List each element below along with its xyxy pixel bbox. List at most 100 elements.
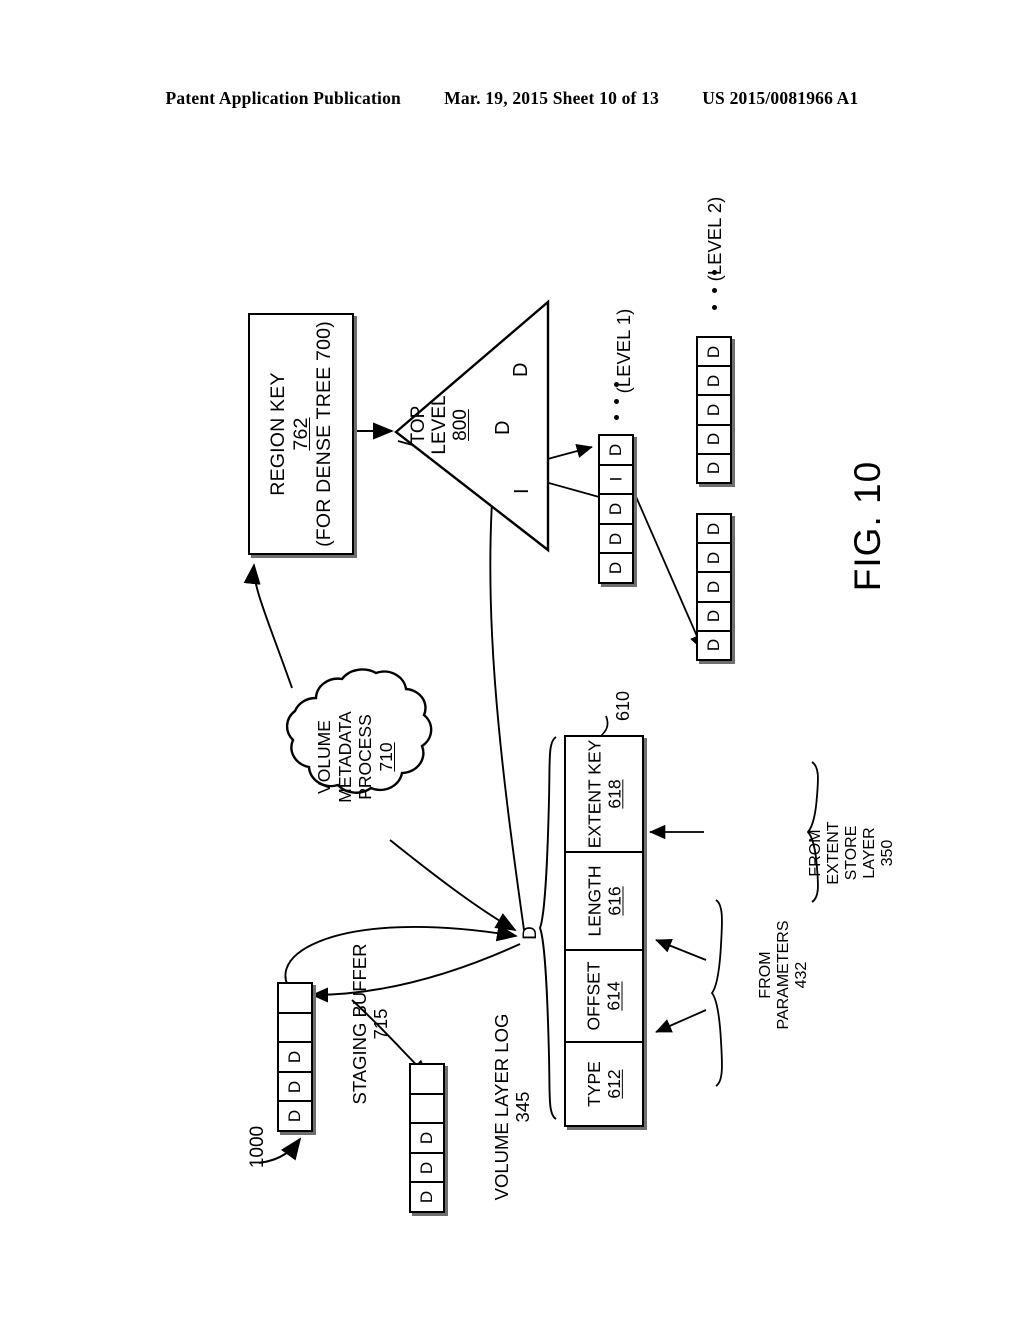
cloud-line3: PROCESS	[355, 714, 375, 800]
entry-field-length: LENGTH 616	[566, 853, 642, 951]
header-patent-number: US 2015/0081966 A1	[702, 88, 859, 108]
staging-buffer-label: STAGING BUFFER 715	[348, 943, 392, 1104]
entry-field-numeral: 612	[604, 1069, 624, 1099]
volume-layer-log-numeral: 345	[512, 1091, 533, 1123]
entry-field-offset: OFFSET 614	[566, 951, 642, 1043]
level-2-cell: D	[698, 367, 730, 397]
volume-layer-log-label: VOLUME LAYER LOG 345	[490, 1014, 534, 1201]
level-2-cell-label: D	[704, 462, 723, 475]
level-2-cell: D	[698, 544, 730, 574]
from-extent-store-line3: STORE	[843, 825, 860, 881]
entry-field-extent-key: EXTENT KEY 618	[566, 737, 642, 853]
level-2-cell: D	[698, 455, 730, 482]
level-1-label: (LEVEL 1)	[613, 308, 634, 394]
staging-buffer-cell: D	[279, 1102, 311, 1130]
staging-buffer-cell-label: D	[285, 1110, 304, 1123]
level-2-cell: D	[698, 426, 730, 455]
entry-field-name: OFFSET	[584, 961, 604, 1031]
header-date-sheet: Mar. 19, 2015 Sheet 10 of 13	[444, 88, 660, 108]
level-2-lower-strip: D D D D D	[696, 513, 732, 661]
top-level-label: TOP LEVEL 800	[396, 390, 482, 460]
region-key-numeral: 762	[289, 417, 312, 451]
level-2-cell: D	[698, 632, 730, 659]
level-1-cell-label: D	[606, 502, 625, 516]
entry-structure-table: EXTENT KEY 618 LENGTH 616 OFFSET 614 TYP…	[564, 735, 644, 1127]
staging-buffer-numeral: 715	[370, 1008, 391, 1040]
figure-label: FIG. 10	[847, 460, 888, 592]
level-2-cell-label: D	[704, 580, 723, 594]
staging-buffer-strip: D D D	[277, 982, 313, 1132]
volume-layer-log-cell-label: D	[417, 1161, 436, 1174]
level-1-cell: I	[600, 466, 632, 496]
level-2-cell-label: D	[704, 522, 723, 535]
entry-field-name: TYPE	[584, 1061, 604, 1107]
from-extent-store-line4: LAYER	[861, 827, 878, 879]
top-level-line1: TOP	[407, 405, 429, 445]
entry-field-numeral: 614	[604, 981, 624, 1011]
level-2-cell: D	[698, 396, 730, 426]
cloud-line1: VOLUME	[314, 720, 334, 794]
volume-layer-log-cell: D	[411, 1154, 443, 1184]
page-header: Patent Application Publication Mar. 19, …	[0, 88, 1024, 109]
cloud-line2: METADATA	[334, 711, 355, 803]
cloud-label: VOLUME METADATA PROCESS 710	[282, 688, 428, 826]
staging-buffer-title: STAGING BUFFER	[349, 943, 370, 1105]
header-publication: Patent Application Publication	[165, 88, 401, 108]
entry-reference-numeral: 610	[613, 690, 633, 722]
level-1-cell-label: I	[605, 477, 625, 482]
from-extent-store-line1: FROM	[807, 829, 824, 877]
from-parameters-line2: PARAMETERS	[775, 920, 792, 1030]
level-2-cell-label: D	[704, 639, 723, 652]
entry-field-numeral: 616	[603, 886, 624, 916]
volume-layer-log-strip: D D D	[409, 1063, 445, 1213]
level-1-cell-label: D	[606, 443, 625, 456]
level-2-cell-label: D	[704, 403, 723, 417]
level-2-cell: D	[698, 573, 730, 603]
volume-layer-log-cell	[411, 1095, 443, 1125]
from-extent-store-numeral: 350	[879, 839, 896, 867]
from-parameters-line1: FROM	[757, 951, 774, 999]
from-extent-store-annotation: FROM EXTENT STORE LAYER 350	[807, 783, 897, 923]
entry-field-numeral: 618	[604, 779, 625, 809]
figure-reference-numeral: 1000	[247, 1125, 268, 1169]
level-1-cell-label: D	[606, 532, 625, 545]
level-2-upper-strip: D D D D D	[696, 336, 732, 484]
staging-buffer-cell: D	[279, 1073, 311, 1103]
entry-field-type: TYPE 612	[566, 1043, 642, 1125]
level-2-cell-label: D	[704, 551, 723, 564]
level-1-cell: D	[600, 554, 632, 582]
region-key-subtitle: (FOR DENSE TREE 700)	[312, 321, 335, 547]
level-2-cell-label: D	[704, 374, 723, 387]
volume-layer-log-cell: D	[411, 1183, 443, 1211]
staging-buffer-cell-label: D	[285, 1080, 304, 1093]
entry-field-name: LENGTH	[583, 865, 604, 937]
staging-buffer-cell	[279, 1014, 311, 1044]
staging-buffer-cell	[279, 984, 311, 1014]
top-level-entry-2: I	[511, 488, 533, 494]
level-1-cell: D	[600, 495, 632, 525]
from-parameters-numeral: 432	[793, 961, 810, 989]
volume-layer-log-title: VOLUME LAYER LOG	[491, 1013, 512, 1201]
from-extent-store-line2: EXTENT	[825, 821, 842, 885]
entry-brace-label: D	[520, 926, 541, 940]
region-key-label: REGION KEY 762 (FOR DENSE TREE 700)	[180, 321, 422, 547]
level-2-cell-label: D	[704, 610, 723, 623]
staging-buffer-cell-label: D	[285, 1050, 304, 1064]
level-1-cell: D	[600, 525, 632, 555]
region-key-title: REGION KEY	[266, 372, 289, 496]
entry-field-name: EXTENT KEY	[584, 739, 605, 849]
level-1-strip: D I D D D	[598, 434, 634, 584]
volume-layer-log-cell-label: D	[417, 1131, 436, 1145]
level-2-cell: D	[698, 515, 730, 545]
level-2-cell: D	[698, 338, 730, 368]
volume-layer-log-cell	[411, 1065, 443, 1095]
cloud-numeral: 710	[375, 742, 396, 772]
level-2-cell-label: D	[704, 433, 723, 446]
top-level-line2: LEVEL	[428, 395, 450, 455]
level-2-cell-label: D	[704, 345, 723, 358]
level-1-cell: D	[600, 436, 632, 466]
staging-buffer-cell: D	[279, 1043, 311, 1073]
volume-layer-log-cell-label: D	[417, 1191, 436, 1204]
top-level-entry-1: D	[510, 362, 532, 377]
from-parameters-annotation: FROM PARAMETERS 432	[757, 900, 810, 1050]
